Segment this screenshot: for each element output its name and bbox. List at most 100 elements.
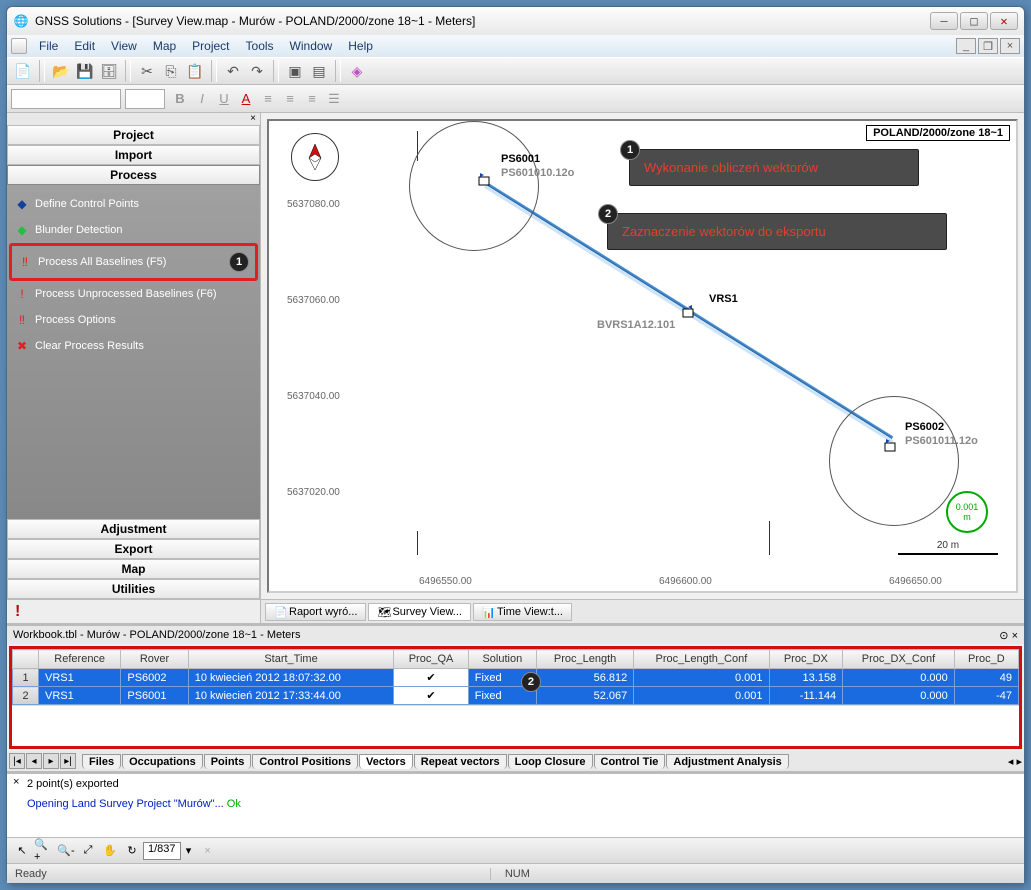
side-header-import[interactable]: Import xyxy=(7,145,260,165)
table-row[interactable]: 2VRS1PS600110 kwiecień 2012 17:33:44.00✔… xyxy=(13,687,1019,705)
tab-scroll-icon[interactable]: ◂ ▸ xyxy=(1008,755,1022,768)
col-header[interactable]: Solution xyxy=(468,650,536,669)
paste-icon[interactable]: 📋 xyxy=(184,60,206,82)
window1-icon[interactable]: ▣ xyxy=(284,60,306,82)
col-header[interactable]: Proc_Length_Conf xyxy=(634,650,769,669)
callout-badge: 2 xyxy=(598,204,618,224)
col-header[interactable]: Rover xyxy=(121,650,188,669)
sidebar-item[interactable]: !Process Unprocessed Baselines (F6) xyxy=(9,281,258,307)
workbook-tab[interactable]: Occupations xyxy=(122,754,203,769)
zoom-dropdown-icon[interactable]: ▾ xyxy=(181,844,197,857)
callout-2: 2 Zaznaczenie wektorów do eksportu xyxy=(607,213,947,250)
sidebar-item[interactable]: ◆Define Control Points xyxy=(9,191,258,217)
side-header-process[interactable]: Process xyxy=(7,165,260,185)
map-point-vrs1[interactable] xyxy=(681,305,695,319)
col-header[interactable]: Proc_DX_Conf xyxy=(843,650,955,669)
maximize-button[interactable]: □ xyxy=(960,12,988,30)
refresh-icon[interactable]: ↻ xyxy=(121,841,143,861)
map-tab-report[interactable]: 📄Raport wyró... xyxy=(265,603,366,621)
status-ready: Ready xyxy=(15,868,47,880)
side-header-adjustment[interactable]: Adjustment xyxy=(7,519,260,539)
undo-icon[interactable]: ↶ xyxy=(222,60,244,82)
tab-first-icon[interactable]: |◂ xyxy=(9,753,25,769)
alert-indicator[interactable]: ! xyxy=(7,599,260,623)
sidebar-item-label: Clear Process Results xyxy=(35,340,144,352)
cut-icon[interactable]: ✂ xyxy=(136,60,158,82)
workbook-tab[interactable]: Repeat vectors xyxy=(414,754,507,769)
menu-project[interactable]: Project xyxy=(184,37,237,55)
minimize-button[interactable]: — xyxy=(930,12,958,30)
zoom-out-icon[interactable]: 🔍- xyxy=(55,841,77,861)
sidebar-item[interactable]: ✖Clear Process Results xyxy=(9,333,258,359)
bold-icon[interactable]: B xyxy=(169,88,191,110)
side-header-project[interactable]: Project xyxy=(7,125,260,145)
zoom-fit-icon[interactable]: ⤢ xyxy=(77,841,99,861)
tab-prev-icon[interactable]: ◂ xyxy=(26,753,42,769)
map-point-ps6001[interactable] xyxy=(477,173,491,187)
workbook-tab[interactable]: Adjustment Analysis xyxy=(666,754,788,769)
workbook-tab[interactable]: Vectors xyxy=(359,754,413,769)
menu-map[interactable]: Map xyxy=(145,37,184,55)
menu-view[interactable]: View xyxy=(103,37,145,55)
new-icon[interactable]: 📄 xyxy=(12,60,34,82)
close-button[interactable]: ✕ xyxy=(990,12,1018,30)
save-icon[interactable]: 💾 xyxy=(74,60,96,82)
saveall-icon[interactable]: 🗄 xyxy=(98,60,120,82)
align-center-icon[interactable]: ≡ xyxy=(279,88,301,110)
color-icon[interactable]: A xyxy=(235,88,257,110)
size-combo[interactable] xyxy=(125,89,165,109)
table-row[interactable]: 1VRS1PS600210 kwiecień 2012 18:07:32.002… xyxy=(13,669,1019,687)
col-header[interactable]: Proc_QA xyxy=(394,650,468,669)
col-header[interactable]: Start_Time xyxy=(188,650,394,669)
copy-icon[interactable]: ⎘ xyxy=(160,60,182,82)
workbook-tab[interactable]: Files xyxy=(82,754,121,769)
mdi-restore[interactable]: ❐ xyxy=(978,38,998,54)
panel-close-icon[interactable]: × xyxy=(7,113,260,125)
italic-icon[interactable]: I xyxy=(191,88,213,110)
sidebar-item[interactable]: ◆Blunder Detection xyxy=(9,217,258,243)
zoom-combo[interactable]: 1/837 xyxy=(143,842,181,860)
col-header[interactable]: Proc_Length xyxy=(536,650,633,669)
help-icon[interactable]: ◈ xyxy=(346,60,368,82)
col-header[interactable]: Proc_DX xyxy=(769,650,843,669)
wb-pin-icon[interactable]: ⊙ × xyxy=(999,629,1018,642)
pan-icon[interactable]: ✋ xyxy=(99,841,121,861)
map-canvas[interactable]: POLAND/2000/zone 18~1 5637080.00 5637060… xyxy=(267,119,1018,593)
menu-window[interactable]: Window xyxy=(282,37,341,55)
mdi-minimize[interactable]: _ xyxy=(956,38,976,54)
underline-icon[interactable]: U xyxy=(213,88,235,110)
col-header[interactable]: Proc_D xyxy=(954,650,1018,669)
tab-next-icon[interactable]: ▸ xyxy=(43,753,59,769)
cancel-icon[interactable]: × xyxy=(197,841,219,861)
col-header[interactable]: Reference xyxy=(39,650,121,669)
menu-help[interactable]: Help xyxy=(340,37,381,55)
workbook-tab[interactable]: Points xyxy=(204,754,252,769)
workbook-tab[interactable]: Loop Closure xyxy=(508,754,593,769)
pointer-icon[interactable]: ↖ xyxy=(11,841,33,861)
redo-icon[interactable]: ↷ xyxy=(246,60,268,82)
menu-file[interactable]: File xyxy=(31,37,66,55)
map-point-ps6002[interactable] xyxy=(883,439,897,453)
map-tab-survey[interactable]: 🗺Survey View... xyxy=(368,603,471,621)
vectors-table[interactable]: ReferenceRoverStart_TimeProc_QASolutionP… xyxy=(12,649,1019,705)
menu-tools[interactable]: Tools xyxy=(238,37,282,55)
tab-last-icon[interactable]: ▸| xyxy=(60,753,76,769)
workbook-tab[interactable]: Control Positions xyxy=(252,754,358,769)
window2-icon[interactable]: ▤ xyxy=(308,60,330,82)
workbook-tab[interactable]: Control Tie xyxy=(594,754,666,769)
side-header-export[interactable]: Export xyxy=(7,539,260,559)
console-close-icon[interactable]: × xyxy=(13,776,19,788)
side-header-map[interactable]: Map xyxy=(7,559,260,579)
font-combo[interactable] xyxy=(11,89,121,109)
sidebar-item[interactable]: ‼Process All Baselines (F5)1 xyxy=(9,243,258,281)
zoom-in-icon[interactable]: 🔍+ xyxy=(33,841,55,861)
map-tab-time[interactable]: 📊Time View:t... xyxy=(473,603,572,621)
align-left-icon[interactable]: ≡ xyxy=(257,88,279,110)
side-header-utilities[interactable]: Utilities xyxy=(7,579,260,599)
list-icon[interactable]: ☰ xyxy=(323,88,345,110)
menu-edit[interactable]: Edit xyxy=(66,37,103,55)
open-icon[interactable]: 📂 xyxy=(50,60,72,82)
mdi-close[interactable]: × xyxy=(1000,38,1020,54)
sidebar-item[interactable]: ‼Process Options xyxy=(9,307,258,333)
align-right-icon[interactable]: ≡ xyxy=(301,88,323,110)
